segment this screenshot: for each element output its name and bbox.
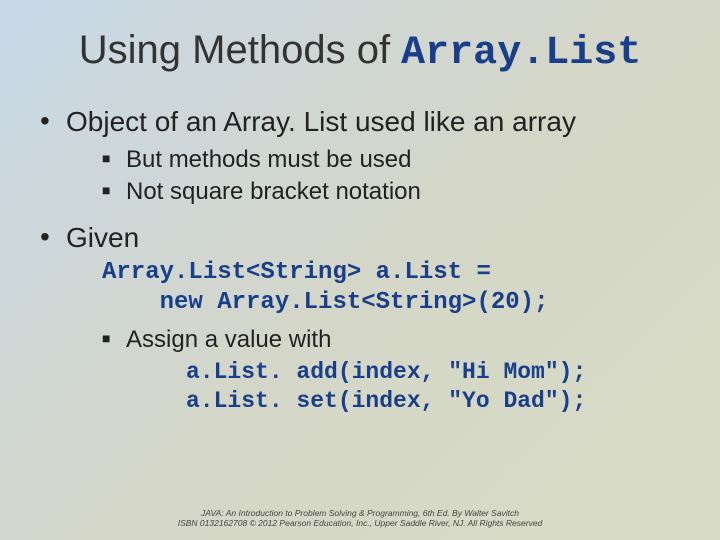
footer-line-2: ISBN 0132162708 © 2012 Pearson Education… xyxy=(0,518,720,528)
bullet-2-sub-1: Assign a value with a.List. add(index, "… xyxy=(102,326,690,416)
bullet-1-text: Object of an Array. List used like an ar… xyxy=(66,106,576,137)
code-block-2: a.List. add(index, "Hi Mom"); a.List. se… xyxy=(186,358,690,416)
footer: JAVA: An Introduction to Problem Solving… xyxy=(0,508,720,528)
bullet-1: Object of an Array. List used like an ar… xyxy=(40,106,690,206)
code-block-1: Array.List<String> a.List = new Array.Li… xyxy=(102,258,690,318)
slide-title: Using Methods of Array.List xyxy=(30,28,690,76)
title-prefix: Using Methods of xyxy=(79,28,401,72)
bullet-1-sub-1: But methods must be used xyxy=(102,146,690,174)
title-code: Array.List xyxy=(401,31,641,76)
bullet-list: Object of an Array. List used like an ar… xyxy=(40,106,690,416)
bullet-2-sub: Assign a value with a.List. add(index, "… xyxy=(102,326,690,416)
bullet-2: Given Array.List<String> a.List = new Ar… xyxy=(40,222,690,416)
bullet-1-sub: But methods must be used Not square brac… xyxy=(102,146,690,206)
slide: Using Methods of Array.List Object of an… xyxy=(0,0,720,540)
bullet-1-sub-2: Not square bracket notation xyxy=(102,178,690,206)
footer-line-1: JAVA: An Introduction to Problem Solving… xyxy=(0,508,720,518)
bullet-2-text: Given xyxy=(66,222,139,253)
bullet-2-sub-1-text: Assign a value with xyxy=(126,326,331,353)
